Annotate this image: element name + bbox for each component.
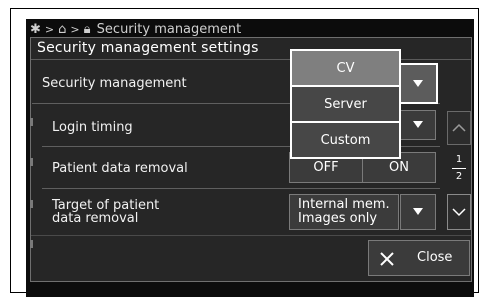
scroll-up-button[interactable]: [447, 111, 471, 145]
close-icon: [380, 252, 394, 266]
row-marker: [30, 240, 33, 248]
title-divider: [31, 59, 471, 60]
target-value-line2: Images only: [298, 211, 378, 226]
breadcrumb-separator: >: [44, 23, 55, 36]
dropdown-arrow-icon: [413, 80, 423, 87]
option-server[interactable]: Server: [292, 87, 399, 121]
dropdown-arrow-icon: [413, 121, 423, 128]
breadcrumb: ✱ > ⌂ > 🔒︎ Security management: [30, 23, 290, 37]
footer-divider: [31, 235, 471, 236]
target-removal-dropdown-button[interactable]: [400, 194, 436, 230]
page-current: 1: [455, 154, 463, 165]
target-removal-select[interactable]: Internal mem. Images only: [289, 194, 399, 230]
target-value-line1: Internal mem.: [298, 197, 390, 212]
page-total: 2: [455, 171, 463, 182]
page-divider: [452, 168, 466, 169]
close-button[interactable]: Close: [368, 240, 470, 276]
close-label: Close: [417, 250, 453, 265]
gear-icon: ✱: [30, 23, 41, 37]
scroll-down-icon: [452, 208, 466, 217]
security-management-label: Security management: [42, 76, 187, 91]
scroll-down-button[interactable]: [447, 194, 471, 230]
lock-icon: 🔒︎: [83, 23, 91, 37]
login-timing-label: Login timing: [52, 120, 133, 135]
dialog-title: Security management settings: [37, 40, 259, 56]
option-cv[interactable]: CV: [292, 51, 399, 85]
option-custom[interactable]: Custom: [292, 123, 399, 157]
security-management-dropdown-menu: CV Server Custom: [290, 49, 401, 159]
row-marker: [30, 200, 33, 208]
row-marker: [30, 118, 33, 126]
off-label: OFF: [313, 160, 339, 175]
breadcrumb-separator: >: [70, 23, 80, 36]
scroll-up-icon: [452, 123, 466, 132]
breadcrumb-item-security: Security management: [96, 23, 242, 37]
row-divider: [42, 188, 440, 189]
patient-data-removal-label: Patient data removal: [52, 161, 188, 176]
on-label: ON: [389, 160, 409, 175]
row-marker: [30, 158, 33, 166]
target-removal-label-line2: data removal: [52, 211, 139, 226]
login-timing-dropdown-button[interactable]: [400, 110, 436, 140]
security-management-dropdown-button[interactable]: [397, 63, 438, 104]
page-indicator: 1 2: [447, 150, 471, 186]
dropdown-arrow-icon: [413, 208, 423, 215]
